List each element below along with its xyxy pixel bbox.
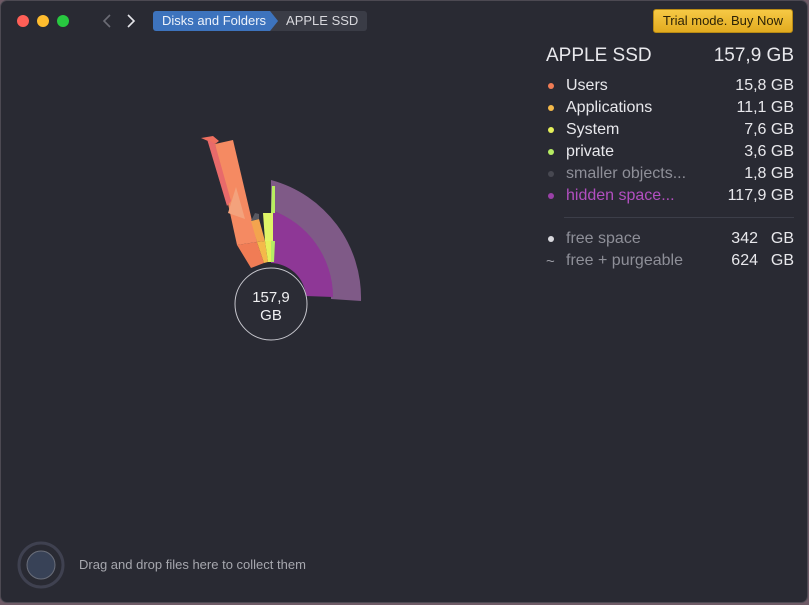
free-space-label: free space [566, 230, 641, 247]
applications-color-dot [548, 105, 554, 111]
legend-item-label: Applications [566, 99, 653, 116]
free-space-unit: GB [770, 230, 794, 247]
legend-item-label: hidden space... [566, 187, 675, 204]
free-purgeable-value: 624 [731, 252, 758, 269]
free-purgeable-unit: GB [770, 252, 794, 269]
tilde-icon: ~ [546, 252, 555, 270]
trial-buy-now-button[interactable]: Trial mode. Buy Now [652, 9, 793, 33]
close-window-button[interactable] [17, 15, 29, 27]
legend-item-size: 1,8 GB [744, 165, 794, 182]
legend-item-size: 117,9 GB [727, 187, 794, 204]
legend-divider [564, 217, 794, 218]
system-color-dot [548, 127, 554, 133]
legend-item-size: 3,6 GB [744, 143, 794, 160]
sunburst-system-branch[interactable] [263, 213, 273, 241]
legend-item-size: 15,8 GB [735, 77, 794, 94]
smaller-objects-color-dot [548, 171, 554, 177]
private-color-dot [548, 149, 554, 155]
legend-title: APPLE SSD 157,9 GB [546, 45, 794, 67]
legend-item-label: private [566, 143, 615, 160]
free-purgeable-row: ~ free + purgeable 624 GB [546, 250, 794, 272]
legend-item-size: 11,1 GB [736, 99, 794, 116]
legend-item-users[interactable]: Users 15,8 GB [546, 75, 794, 97]
free-purgeable-label: free + purgeable [566, 252, 683, 269]
breadcrumb-disks-and-folders[interactable]: Disks and Folders [153, 11, 278, 31]
drop-zone-hint: Drag and drop files here to collect them [79, 557, 306, 572]
disk-name: APPLE SSD [546, 45, 652, 66]
legend-item-applications[interactable]: Applications 11,1 GB [546, 97, 794, 119]
free-space-row: free space 342 GB [546, 228, 794, 250]
legend-item-hidden-space[interactable]: hidden space... 117,9 GB [546, 185, 794, 207]
users-color-dot [548, 83, 554, 89]
legend-item-size: 7,6 GB [744, 121, 794, 138]
legend-item-label: Users [566, 77, 608, 94]
forward-button[interactable] [121, 11, 141, 31]
legend-panel: APPLE SSD 157,9 GB Users 15,8 GB Applica… [546, 45, 794, 272]
legend-item-private[interactable]: private 3,6 GB [546, 141, 794, 163]
chart-center-unit: GB [260, 307, 282, 324]
breadcrumb-apple-ssd[interactable]: APPLE SSD [270, 11, 368, 31]
disk-total: 157,9 GB [713, 45, 794, 66]
back-button[interactable] [97, 11, 117, 31]
disk-sunburst-chart: 157,9 GB [201, 136, 362, 341]
legend-item-label: System [566, 121, 620, 138]
chevron-left-icon [102, 14, 111, 28]
chevron-right-icon [127, 14, 136, 28]
legend-item-system[interactable]: System 7,6 GB [546, 119, 794, 141]
chart-center-value: 157,9 [252, 289, 290, 306]
free-space-dot [548, 236, 554, 242]
minimize-window-button[interactable] [37, 15, 49, 27]
hidden-space-color-dot [548, 193, 554, 199]
free-space-value: 342 [731, 230, 758, 247]
legend-item-smaller-objects[interactable]: smaller objects... 1,8 GB [546, 163, 794, 185]
breadcrumb: Disks and Folders APPLE SSD [153, 11, 368, 31]
maximize-window-button[interactable] [57, 15, 69, 27]
legend-item-label: smaller objects... [566, 165, 687, 182]
app-window: Disks and Folders APPLE SSD Trial mode. … [1, 1, 807, 602]
collector-drop-icon[interactable] [17, 541, 65, 589]
